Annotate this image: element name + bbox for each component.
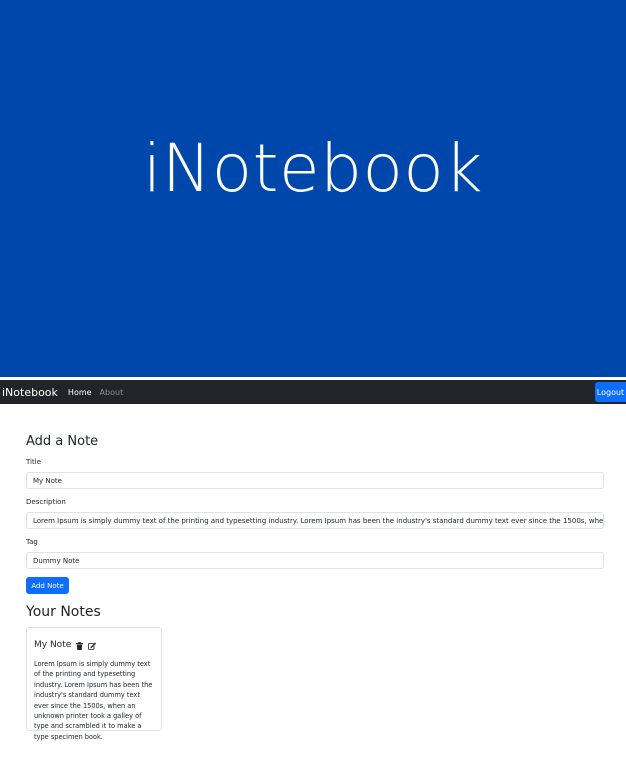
note-card: My Note Lorem Ipsum is simply dummy text… — [26, 627, 162, 741]
note-title: My Note — [34, 639, 72, 650]
nav-link-about[interactable]: About — [100, 388, 124, 397]
hero-title: iNotebook — [143, 130, 483, 207]
add-note-heading: Add a Note — [26, 434, 99, 449]
title-label: Title — [26, 458, 42, 466]
note-description: Lorem Ipsum is simply dummy text of the … — [34, 660, 153, 741]
title-input[interactable]: My Note — [26, 472, 604, 489]
hero-banner: iNotebook — [0, 0, 626, 379]
description-input[interactable]: Lorem Ipsum is simply dummy text of the … — [26, 512, 604, 529]
navbar-brand[interactable]: iNotebook — [2, 386, 58, 399]
edit-icon[interactable] — [88, 635, 97, 654]
tag-label: Tag — [26, 538, 38, 546]
logout-button[interactable]: Logout — [595, 382, 626, 402]
trash-icon[interactable] — [76, 635, 84, 654]
main-container: Add a Note Title My Note Description Lor… — [26, 404, 604, 741]
nav-link-home[interactable]: Home — [68, 388, 92, 397]
navbar: iNotebook Home About Logout — [0, 380, 626, 404]
your-notes-heading: Your Notes — [26, 604, 101, 620]
add-note-button[interactable]: Add Note — [26, 577, 69, 594]
note-header: My Note — [34, 635, 155, 654]
tag-input[interactable]: Dummy Note — [26, 552, 604, 569]
description-label: Description — [26, 498, 66, 506]
